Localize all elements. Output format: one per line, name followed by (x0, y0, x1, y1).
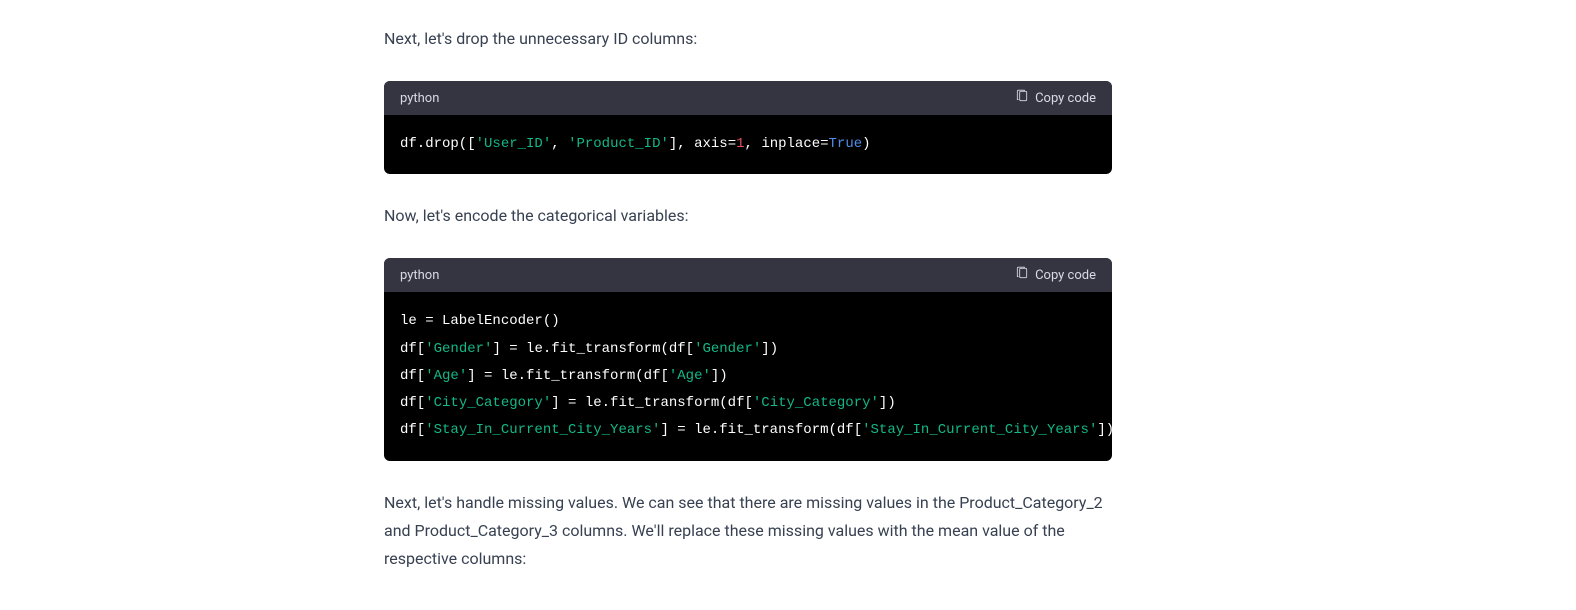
code-content: df.drop(['User_ID', 'Product_ID'], axis=… (400, 131, 1096, 158)
copy-code-label: Copy code (1035, 268, 1096, 283)
code-body[interactable]: le = LabelEncoder() df['Gender'] = le.fi… (384, 292, 1112, 460)
code-block-drop: python Copy code df.drop(['User_ID', 'Pr… (384, 81, 1112, 174)
paragraph-intro-missing: Next, let's handle missing values. We ca… (384, 489, 1112, 573)
code-block-encode: python Copy code le = LabelEncoder() df[… (384, 258, 1112, 460)
code-language-label: python (400, 268, 439, 283)
article-content: Next, let's drop the unnecessary ID colu… (384, 25, 1112, 573)
paragraph-intro-drop: Next, let's drop the unnecessary ID colu… (384, 25, 1112, 53)
code-body[interactable]: df.drop(['User_ID', 'Product_ID'], axis=… (384, 115, 1112, 174)
clipboard-icon (1015, 89, 1029, 107)
paragraph-intro-encode: Now, let's encode the categorical variab… (384, 202, 1112, 230)
copy-code-button[interactable]: Copy code (1015, 266, 1096, 284)
copy-code-label: Copy code (1035, 91, 1096, 106)
copy-code-button[interactable]: Copy code (1015, 89, 1096, 107)
code-content: le = LabelEncoder() df['Gender'] = le.fi… (400, 308, 1096, 444)
code-header: python Copy code (384, 258, 1112, 292)
clipboard-icon (1015, 266, 1029, 284)
code-language-label: python (400, 91, 439, 106)
code-header: python Copy code (384, 81, 1112, 115)
